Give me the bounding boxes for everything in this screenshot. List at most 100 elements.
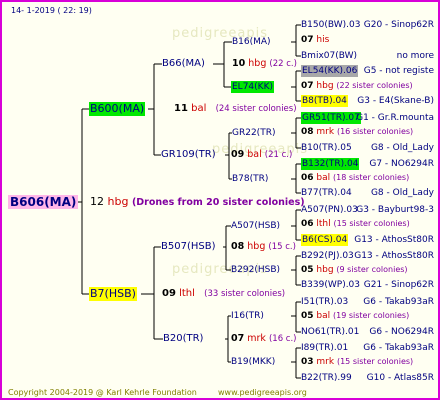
gen4-1[interactable]: B150(BW).03: [301, 19, 360, 31]
cross-num: 05: [301, 265, 314, 275]
gen2-ss[interactable]: B66(MA): [162, 58, 205, 70]
sister-note: (18 sister colonies): [333, 173, 410, 182]
gen1-dam[interactable]: B7(HSB): [89, 287, 137, 301]
gen4-16[interactable]: B22(TR).99: [301, 372, 352, 384]
cross-id: bal: [191, 103, 207, 114]
cross-id: hbg: [316, 265, 334, 275]
cross-num: 11: [174, 103, 188, 114]
sister-note: (22 c.): [269, 59, 297, 69]
sister-note: (19 sister colonies): [333, 311, 410, 320]
gen4-9[interactable]: A507(PN).03: [301, 204, 358, 216]
gen3-ddd-cross: 03 mrk (15 sister colonies): [301, 356, 413, 368]
gen1-sire-cross: 11 bal (24 sister colonies): [174, 103, 297, 115]
gen4-14[interactable]: NO61(TR).01: [301, 326, 359, 338]
gen3-dds-cross: 05 bal (19 sister colonies): [301, 310, 409, 322]
root-cross: 12 hbg (Drones from 20 sister colonies): [90, 196, 305, 209]
footer-website[interactable]: www.pedigreeapis.org: [218, 387, 307, 398]
cross-num: 06: [301, 219, 314, 229]
cross-num: 09: [231, 149, 245, 160]
gen3-dsd-cross: 05 hbg (9 sister colonies): [301, 264, 408, 276]
gen3-sdd[interactable]: B78(TR): [232, 173, 268, 185]
gen2-dd-cross: 07 mrk (16 c.): [231, 333, 297, 345]
gen4-10[interactable]: B6(CS).04: [301, 234, 349, 246]
breeder-5: G1 - Gr.R.mounta: [356, 113, 434, 123]
cross-id: lthl: [179, 288, 195, 299]
breeder-14: G6 - NO6294R: [369, 327, 434, 337]
gen4-11[interactable]: B292(PJ).03: [301, 250, 354, 262]
cross-num: 10: [232, 58, 246, 69]
sister-note: (15 sister colonies): [336, 357, 414, 366]
cross-num: 03: [301, 357, 314, 367]
breeder-15: G6 - Takab93aR: [363, 343, 434, 353]
gen3-sdd-cross: 06 bal (18 sister colonies): [301, 172, 409, 184]
gen2-dd[interactable]: B20(TR): [163, 333, 203, 345]
breeder-6: G8 - Old_Lady: [370, 143, 434, 153]
gen4-7[interactable]: B132(TR).04: [301, 158, 360, 170]
sister-note: (24 sister colonies): [215, 104, 297, 114]
cross-id: hbg: [248, 58, 267, 69]
root-drone-note: (Drones from 20 sister colonies): [131, 197, 305, 208]
cross-id: mrk: [247, 333, 266, 344]
breeder-12: G21 - Sinop62R: [363, 280, 434, 290]
breeder-13: G6 - Takab93aR: [363, 297, 434, 307]
gen3-sss-cross: 07 his: [301, 34, 329, 46]
cross-num: 07: [301, 81, 314, 91]
breeder-3: G5 - not registe: [363, 66, 434, 76]
gen4-15[interactable]: I89(TR).01: [301, 342, 348, 354]
cross-id: bal: [247, 149, 262, 160]
header-date: 14- 1-2019 ( 22: 19): [11, 6, 92, 15]
gen4-6[interactable]: B10(TR).05: [301, 142, 352, 154]
cross-num: 06: [301, 173, 314, 183]
cross-num: 05: [301, 311, 314, 321]
cross-num: 09: [162, 288, 176, 299]
gen3-ddd[interactable]: B19(MKK): [231, 356, 275, 368]
root-cross-num: 12: [90, 195, 104, 208]
gen4-12[interactable]: B339(WP).03: [301, 279, 360, 291]
gen1-sire[interactable]: B600(MA): [89, 102, 146, 116]
root-queen[interactable]: B606(MA): [8, 195, 79, 209]
gen4-4[interactable]: B8(TB).04: [301, 95, 348, 107]
cross-id: mrk: [316, 127, 335, 137]
sister-note: (9 sister colonies): [336, 265, 408, 274]
gen2-ds[interactable]: B507(HSB): [161, 241, 215, 253]
sister-note: (15 c.): [268, 242, 296, 252]
breeder-7: G7 - NO6294R: [369, 159, 434, 169]
cross-id: bal: [316, 173, 331, 183]
footer-copyright: Copyright 2004-2019 @ Karl Kehrle Founda…: [8, 388, 197, 397]
breeder-16: G10 - Atlas85R: [366, 373, 434, 383]
gen4-2[interactable]: Bmix07(BW): [301, 50, 357, 62]
cross-num: 08: [301, 127, 314, 137]
sister-note: (16 c.): [268, 334, 297, 344]
gen1-dam-cross: 09 lthl (33 sister colonies): [162, 288, 285, 300]
gen3-dsd[interactable]: B292(HSB): [231, 264, 280, 276]
sister-note: (22 sister colonies): [336, 81, 413, 90]
gen3-ssd-cross: 07 hbg (22 sister colonies): [301, 80, 413, 92]
breeder-8: G8 - Old_Lady: [370, 188, 434, 198]
pedigree-frame: pedigreeapis pedigreeapis pedigreeapis 1…: [0, 0, 440, 400]
gen4-8[interactable]: B77(TR).04: [301, 187, 352, 199]
cross-id: hbg: [247, 241, 266, 252]
cross-id: lthl: [316, 219, 331, 229]
cross-num: 08: [231, 241, 245, 252]
sister-note: (16 sister colonies): [336, 127, 414, 136]
gen3-dds[interactable]: I16(TR): [231, 310, 264, 322]
gen4-3[interactable]: EL54(KK).06: [301, 65, 359, 77]
gen2-sd[interactable]: GR109(TR): [161, 149, 216, 161]
gen2-sd-cross: 09 bal (21 c.): [231, 149, 292, 161]
root-cross-id: hbg: [107, 195, 129, 208]
gen3-dss[interactable]: A507(HSB): [231, 220, 280, 232]
gen3-ssd[interactable]: EL74(KK): [231, 81, 274, 93]
gen2-ds-cross: 08 hbg (15 c.): [231, 241, 296, 253]
gen3-sds[interactable]: GR22(TR): [232, 127, 275, 139]
cross-num: 07: [301, 35, 314, 45]
gen3-sds-cross: 08 mrk (16 sister colonies): [301, 126, 413, 138]
cross-num: 07: [231, 333, 245, 344]
breeder-1: G20 - Sinop62R: [363, 20, 434, 30]
cross-id: his: [316, 35, 330, 45]
gen3-sss[interactable]: B16(MA): [232, 36, 271, 48]
breeder-2: no more: [396, 51, 434, 61]
breeder-9: G3 - Bayburt98-3: [356, 205, 434, 215]
gen4-5[interactable]: GR51(TR).07: [301, 112, 361, 124]
gen4-13[interactable]: I51(TR).03: [301, 296, 348, 308]
gen3-dss-cross: 06 lthl (15 sister colonies): [301, 218, 410, 230]
